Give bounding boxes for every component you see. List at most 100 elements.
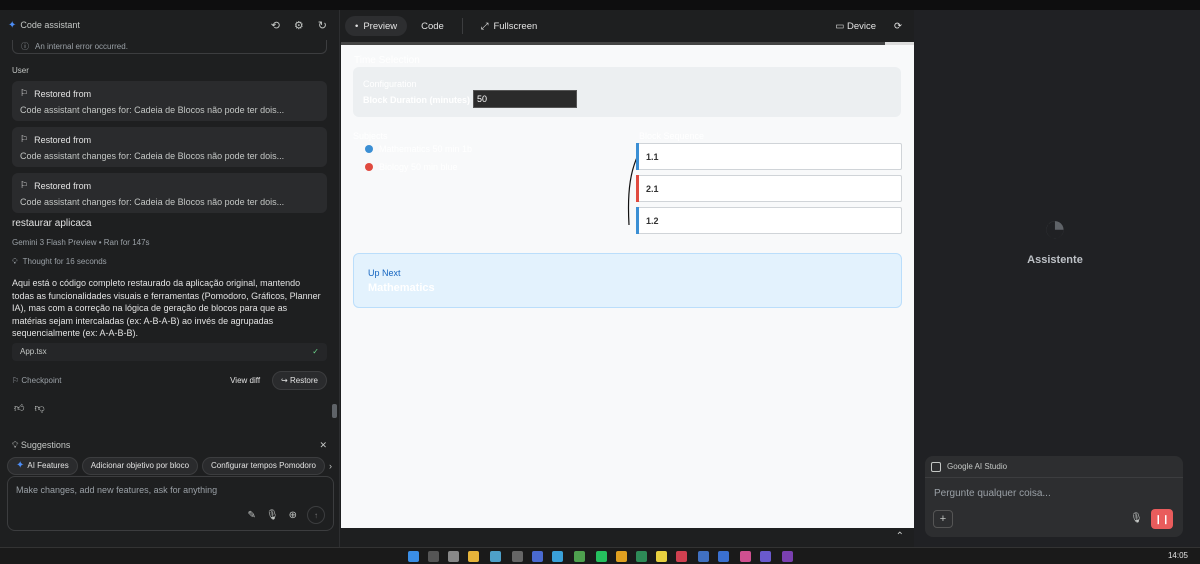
block-label: 2.1: [646, 184, 659, 194]
chip-label: AI Features: [27, 461, 69, 470]
lightbulb-icon: 💡︎: [12, 439, 19, 450]
subjects-label: Subjects: [353, 131, 388, 141]
chip-objective[interactable]: Adicionar objetivo por bloco: [81, 456, 199, 475]
app-icon[interactable]: [532, 551, 543, 562]
chip-pomodoro[interactable]: Configurar tempos Pomodoro: [202, 456, 325, 475]
model-name: Gemini 3 Flash Preview: [12, 238, 97, 247]
app-icon[interactable]: [656, 551, 667, 562]
send-button[interactable]: ↑: [307, 506, 325, 524]
app-icon[interactable]: [636, 551, 647, 562]
model-meta: Gemini 3 Flash Preview • Ran for 147s: [12, 238, 150, 247]
divider: [461, 18, 463, 34]
restored-text: Code assistant changes for: Cadeia de Bl…: [20, 105, 285, 115]
add-button[interactable]: +: [933, 510, 953, 528]
edge-icon[interactable]: [490, 551, 501, 562]
tab-code[interactable]: Code: [411, 16, 454, 36]
file-explorer-icon[interactable]: [468, 551, 479, 562]
restored-text: Code assistant changes for: Cadeia de Bl…: [20, 151, 285, 161]
app-icon[interactable]: [718, 551, 729, 562]
app-icon[interactable]: [782, 551, 793, 562]
prompt-input[interactable]: Make changes, add new features, ask for …: [7, 476, 334, 531]
chevron-right-icon[interactable]: ›: [329, 461, 332, 471]
thought-toggle[interactable]: 💡︎ Thought for 16 seconds: [12, 257, 327, 267]
restore-button[interactable]: ↪ Restore: [272, 370, 327, 390]
thumbs-down-icon[interactable]: 👎︎: [34, 402, 44, 414]
suggestions-header: 💡︎ Suggestions ✕: [12, 440, 327, 451]
restored-card[interactable]: ⚐ Restored from Code assistant changes fo…: [12, 173, 327, 213]
checkpoint-text: Checkpoint: [21, 375, 62, 385]
whatsapp-icon[interactable]: [596, 551, 607, 562]
assistant-logo-icon: ◔: [1042, 206, 1068, 250]
dot-icon: •: [355, 20, 359, 32]
app-icon[interactable]: [512, 551, 523, 562]
fullscreen-button[interactable]: ⤢ Fullscreen: [471, 16, 547, 36]
thought-text: Thought for 16 seconds: [22, 257, 107, 266]
app-icon[interactable]: [676, 551, 687, 562]
chip-ai-features[interactable]: ✦ AI Features: [7, 456, 78, 475]
app-icon[interactable]: [616, 551, 627, 562]
history-icon[interactable]: ⟲: [271, 19, 280, 32]
block-duration-input[interactable]: 50: [473, 90, 577, 108]
magic-wand-icon[interactable]: ✎: [248, 510, 256, 521]
app-icon[interactable]: [698, 551, 709, 562]
task-view-icon[interactable]: [448, 551, 459, 562]
device-button[interactable]: ▭ Device: [835, 21, 876, 32]
run-time: Ran for 147s: [103, 238, 150, 247]
assistant-name: Assistente: [1027, 254, 1083, 266]
suggestion-chips: ✦ AI Features Adicionar objetivo por bloc…: [7, 456, 332, 475]
error-text: An internal error occurred.: [35, 42, 128, 51]
block-item[interactable]: 1.2: [636, 207, 902, 234]
assistant-title: Code assistant: [20, 20, 80, 30]
app-icon: [931, 461, 941, 472]
expand-icon: ⤢: [480, 20, 489, 32]
restore-icon: ↪: [281, 375, 288, 385]
app-icon[interactable]: [760, 551, 771, 562]
waveform-icon: ❙❙: [1154, 513, 1170, 524]
refresh-icon[interactable]: ↻: [318, 19, 327, 32]
check-circle-icon: ✓: [312, 347, 319, 356]
file-name: App.tsx: [20, 347, 47, 356]
gear-icon[interactable]: ⚙: [294, 19, 304, 32]
clock: 14:05: [1167, 551, 1188, 560]
thumbs-up-icon[interactable]: 👍︎: [14, 402, 24, 414]
user-label: User: [12, 66, 29, 75]
app-icon[interactable]: [552, 551, 563, 562]
restored-title: Restored from: [34, 88, 92, 99]
app-icon[interactable]: [740, 551, 751, 562]
mic-icon[interactable]: 🎙︎: [266, 510, 279, 521]
refresh-preview-icon[interactable]: ⟳: [894, 21, 902, 32]
flag-icon: ⚐: [20, 180, 29, 190]
preview-footer: ⌃: [341, 528, 914, 547]
assistant-response: Aqui está o código completo restaurado d…: [12, 278, 321, 338]
ai-studio-chat: Google AI Studio Pergunte qualquer coisa…: [925, 456, 1183, 537]
file-chip[interactable]: App.tsx ✓: [12, 342, 327, 361]
subject-dot: [365, 145, 373, 153]
app-preview: Time Selection Configuration Block Durat…: [341, 45, 914, 528]
lightbulb-icon: 💡︎: [12, 257, 18, 266]
tab-preview[interactable]: • Preview: [345, 16, 408, 36]
assistant-header: ✦ Code assistant ⟲ ⚙ ↻: [0, 10, 339, 40]
block-item[interactable]: 1.1: [636, 143, 902, 170]
device-label: Device: [846, 20, 877, 32]
close-icon[interactable]: ✕: [319, 440, 327, 451]
windows-start-icon[interactable]: [408, 551, 419, 562]
view-diff-button[interactable]: View diff: [230, 376, 260, 385]
voice-button[interactable]: ❙❙: [1151, 509, 1173, 529]
ask-input[interactable]: Pergunte qualquer coisa...: [934, 488, 1051, 499]
error-message: ⓘ An internal error occurred.: [12, 40, 327, 54]
subject-item: Mathematics 50 min 1b: [379, 144, 473, 154]
restored-card[interactable]: ⚐ Restored from Code assistant changes fo…: [12, 127, 327, 167]
config-card: Configuration Block Duration (minutes) 5…: [353, 67, 901, 117]
chevron-up-icon[interactable]: ⌃: [896, 531, 904, 542]
scrollbar[interactable]: [332, 404, 337, 418]
subject-dot: [365, 163, 373, 171]
up-next-card: Up Next Mathematics: [353, 253, 902, 308]
restored-card[interactable]: ⚐ Restored from Code assistant changes fo…: [12, 81, 327, 121]
app-icon[interactable]: [574, 551, 585, 562]
block-duration-label: Block Duration (minutes): [363, 95, 471, 105]
add-circle-icon[interactable]: ⊕: [289, 510, 297, 521]
block-color-bar: [636, 175, 639, 202]
mic-icon[interactable]: 🎙︎: [1130, 513, 1143, 524]
search-icon[interactable]: [428, 551, 439, 562]
block-item[interactable]: 2.1: [636, 175, 902, 202]
